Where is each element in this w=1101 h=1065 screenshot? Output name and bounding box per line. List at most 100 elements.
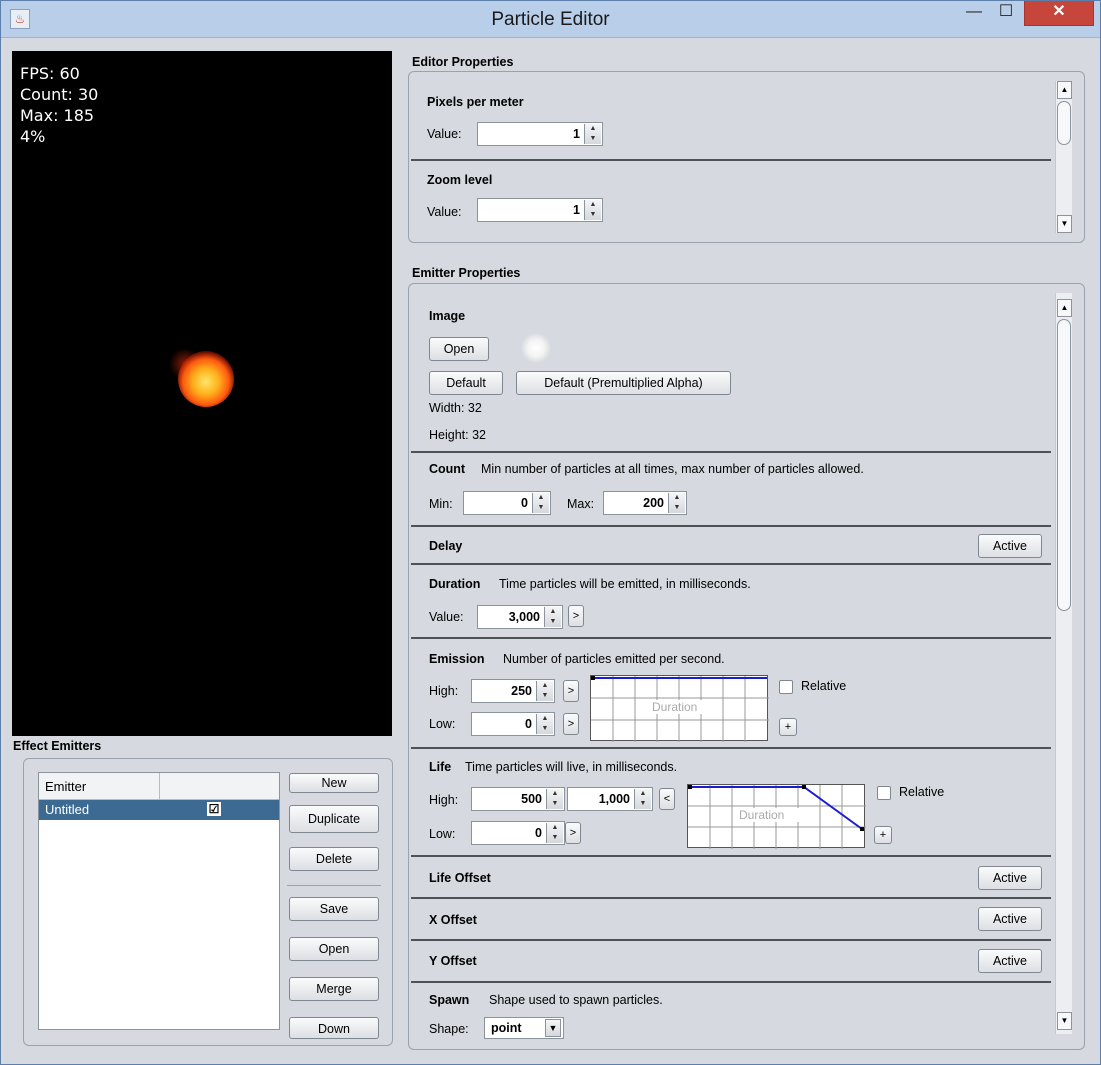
delay-label: Delay (429, 539, 463, 553)
zoom-value-label: Value: (427, 205, 462, 219)
life-offset-label: Life Offset (429, 871, 491, 885)
x-offset-row: X Offset (411, 899, 1051, 941)
spinner-arrows-icon[interactable]: ▲ ▼ (668, 493, 685, 513)
emission-low-expand-button[interactable]: > (563, 713, 579, 735)
count-min-value: 0 (521, 496, 528, 510)
spawn-label: Spawn (429, 993, 470, 1007)
table-row[interactable]: Untitled ☑ (39, 800, 279, 820)
maximize-button[interactable]: ☐ (991, 1, 1021, 25)
spawn-shape-label: Shape: (429, 1022, 469, 1036)
duration-spinner[interactable]: 3,000 ▲ ▼ (477, 605, 563, 629)
new-button[interactable]: New (289, 773, 379, 793)
emission-add-point-button[interactable]: + (779, 718, 797, 736)
emitter-properties-title: Emitter Properties (412, 266, 521, 280)
count-max-spinner[interactable]: 200 ▲ ▼ (603, 491, 687, 515)
emission-low-spinner[interactable]: 0 ▲ ▼ (471, 712, 555, 736)
emission-chart[interactable]: Duration (590, 675, 769, 742)
spinner-arrows-icon[interactable]: ▲ ▼ (584, 200, 601, 220)
duration-value-label: Value: (429, 610, 464, 624)
life-collapse-button[interactable]: < (659, 788, 675, 810)
scroll-thumb[interactable] (1057, 319, 1071, 611)
emission-curve-point (591, 676, 595, 680)
life-high2-spinner[interactable]: 1,000 ▲ ▼ (567, 787, 653, 811)
y-offset-active-button[interactable]: Active (978, 949, 1042, 973)
emission-relative-checkbox[interactable] (779, 680, 793, 694)
spinner-arrows-icon[interactable]: ▲ ▼ (546, 789, 563, 809)
emission-label: Emission (429, 652, 485, 666)
editor-properties-title: Editor Properties (412, 55, 514, 69)
emission-low-label: Low: (429, 717, 456, 731)
scroll-up-icon[interactable]: ▲ (1057, 299, 1072, 317)
y-offset-label: Y Offset (429, 954, 477, 968)
emitter-list[interactable]: Emitter Untitled ☑ (38, 772, 280, 1030)
column-emitter[interactable]: Emitter (45, 779, 86, 794)
minimize-button[interactable]: — (959, 1, 989, 25)
image-row: Image (411, 293, 1051, 453)
emitter-enabled-checkbox[interactable]: ☑ (207, 802, 221, 816)
effect-emitters-title: Effect Emitters (13, 739, 102, 753)
emission-high-expand-button[interactable]: > (563, 680, 579, 702)
save-button[interactable]: Save (289, 897, 379, 921)
preview-canvas[interactable]: FPS: 60 Count: 30 Max: 185 4% (12, 51, 392, 736)
zoom-value: 1 (573, 203, 580, 217)
editor-properties-scrollbar[interactable]: ▲ ▼ (1055, 81, 1072, 233)
count-label: Count (429, 462, 466, 476)
x-offset-active-button[interactable]: Active (978, 907, 1042, 931)
spinner-arrows-icon[interactable]: ▲ ▼ (536, 681, 553, 701)
duplicate-button[interactable]: Duplicate (289, 805, 379, 833)
life-high-label: High: (429, 793, 459, 807)
life-high-spinner[interactable]: 500 ▲ ▼ (471, 787, 565, 811)
duration-expand-button[interactable]: > (568, 605, 584, 627)
close-button[interactable]: ✕ (1024, 1, 1094, 26)
image-default-button[interactable]: Default (429, 371, 503, 395)
scroll-down-icon[interactable]: ▼ (1057, 215, 1072, 233)
image-label: Image (429, 309, 466, 323)
life-high-value: 500 (521, 792, 542, 806)
open-button[interactable]: Open (289, 937, 379, 961)
scroll-thumb[interactable] (1057, 101, 1071, 145)
chevron-down-icon[interactable]: ▼ (545, 1019, 561, 1037)
spinner-arrows-icon[interactable]: ▲ ▼ (532, 493, 549, 513)
image-height-label: Height: 32 (429, 428, 486, 442)
down-button[interactable]: Down (289, 1017, 379, 1039)
spinner-arrows-icon[interactable]: ▲ ▼ (536, 714, 553, 734)
ppm-value: 1 (573, 127, 580, 141)
count-min-spinner[interactable]: 0 ▲ ▼ (463, 491, 551, 515)
spinner-arrows-icon[interactable]: ▲ ▼ (634, 789, 651, 809)
spinner-arrows-icon[interactable]: ▲ ▼ (546, 823, 563, 843)
life-label: Life (429, 760, 452, 774)
life-low-expand-button[interactable]: > (565, 822, 581, 844)
life-chart[interactable]: Duration (687, 784, 866, 849)
scroll-down-icon[interactable]: ▼ (1057, 1012, 1072, 1030)
zoom-level-row: Zoom level Value: 1 ▲ ▼ (411, 163, 1051, 233)
particle-effect (178, 351, 234, 407)
merge-button[interactable]: Merge (289, 977, 379, 1001)
image-width-label: Width: 32 (429, 401, 482, 415)
life-add-point-button[interactable]: + (874, 826, 892, 844)
life-relative-checkbox[interactable] (877, 786, 891, 800)
life-offset-active-button[interactable]: Active (978, 866, 1042, 890)
window-title: Particle Editor (491, 9, 610, 30)
life-offset-row: Life Offset (411, 857, 1051, 899)
spinner-arrows-icon[interactable]: ▲ ▼ (544, 607, 561, 627)
emitter-properties-scrollbar[interactable]: ▲ ▼ (1055, 293, 1072, 1034)
stats-overlay: FPS: 60 Count: 30 Max: 185 4% (20, 63, 98, 147)
duration-row: Duration Time particles will be emitted,… (411, 565, 1051, 639)
fps-label: FPS: 60 (20, 64, 80, 83)
life-low-spinner[interactable]: 0 ▲ ▼ (471, 821, 565, 845)
image-open-button[interactable]: Open (429, 337, 489, 361)
spawn-shape-select[interactable]: point ▼ (484, 1017, 564, 1039)
life-low-label: Low: (429, 827, 456, 841)
life-curve-point (860, 827, 864, 831)
duration-value: 3,000 (508, 610, 540, 624)
zoom-level-spinner[interactable]: 1 ▲ ▼ (477, 198, 603, 222)
delete-button[interactable]: Delete (289, 847, 379, 871)
image-default-pma-button[interactable]: Default (Premultiplied Alpha) (516, 371, 731, 395)
scroll-up-icon[interactable]: ▲ (1057, 81, 1072, 99)
emission-high-spinner[interactable]: 250 ▲ ▼ (471, 679, 555, 703)
spawn-shape-value: point (491, 1021, 522, 1035)
pixels-per-meter-spinner[interactable]: 1 ▲ ▼ (477, 122, 603, 146)
delay-active-button[interactable]: Active (978, 534, 1042, 558)
particle-editor-window: ♨ Particle Editor — ☐ ✕ FPS: 60 Count: 3… (0, 0, 1101, 1065)
spinner-arrows-icon[interactable]: ▲ ▼ (584, 124, 601, 144)
